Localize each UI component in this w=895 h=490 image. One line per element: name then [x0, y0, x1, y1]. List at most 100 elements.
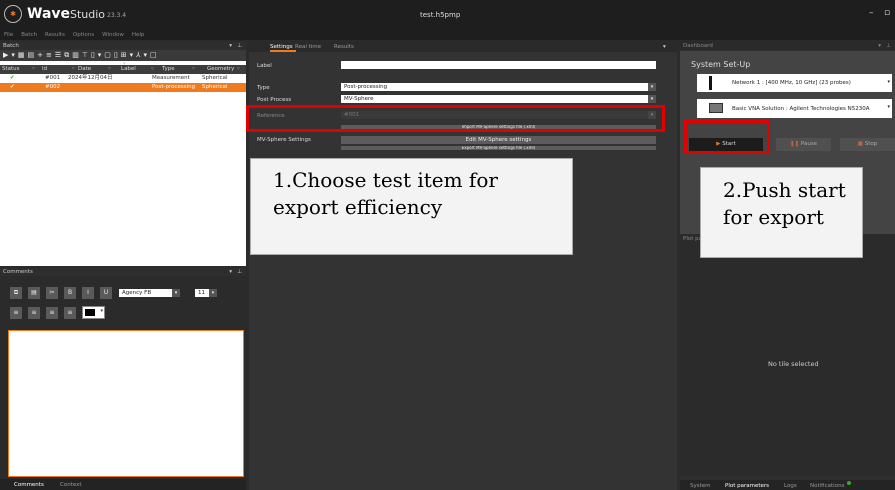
underline-icon[interactable]: U	[100, 287, 112, 299]
column-header-date[interactable]: Date	[78, 65, 91, 74]
list-alt-icon[interactable]: ☰	[55, 51, 64, 59]
font-size-value: 11	[198, 290, 205, 296]
filter-icon[interactable]: ▿	[108, 65, 111, 74]
table-row[interactable]: ✔ #001 2024年12月04日 Measurement Spherical	[0, 74, 246, 83]
chevron-down-icon[interactable]: ▾	[172, 289, 180, 297]
comments-text-area[interactable]	[8, 330, 244, 477]
font-family-value: Agency FB	[122, 290, 152, 296]
cut-icon[interactable]: ✂	[46, 287, 58, 299]
cell-geometry: Spherical	[202, 84, 228, 90]
panel-dropdown-icon[interactable]: ▾	[878, 42, 881, 50]
bold-icon[interactable]: B	[64, 287, 76, 299]
tab-comments[interactable]: Comments	[14, 482, 44, 488]
menu-item-options[interactable]: Options	[73, 32, 94, 38]
dashboard-panel-header: Dashboard ▾ ⊥	[680, 42, 895, 50]
align-center-icon[interactable]: ≡	[28, 307, 40, 319]
app-logo-suffix: Studio	[70, 8, 106, 21]
grid-alt-icon[interactable]: ▤	[28, 51, 38, 59]
color-picker[interactable]: ▾	[82, 306, 105, 319]
add-icon[interactable]: +	[37, 51, 46, 59]
network-select[interactable]: Network 1 : [400 MHz, 10 GHz] (23 probes…	[697, 74, 892, 92]
font-family-select[interactable]: Agency FB ▾	[119, 289, 180, 297]
justify-icon[interactable]: ≡	[64, 307, 76, 319]
minimize-icon[interactable]: –	[869, 8, 874, 18]
cell-type: Post-processing	[152, 84, 196, 90]
tab-real-time[interactable]: Real time	[295, 44, 321, 50]
pin-icon[interactable]: ⊥	[886, 42, 891, 50]
menu-item-file[interactable]: File	[4, 32, 13, 38]
font-size-select[interactable]: 11 ▾	[195, 289, 217, 297]
filter-icon[interactable]: ▿	[237, 65, 240, 74]
filter-icon[interactable]: ▿	[32, 65, 35, 74]
column-header-geometry[interactable]: Geometry	[207, 65, 234, 74]
tab-results[interactable]: Results	[334, 44, 354, 50]
tab-notifications[interactable]: Notifications	[810, 483, 844, 489]
type-select[interactable]: Post-processing ▾	[341, 83, 656, 91]
title-bar: ✱ Wave Studio 23.3.4 test.h5pmp – ▫	[0, 0, 895, 30]
menu-item-results[interactable]: Results	[45, 32, 65, 38]
active-tab-indicator	[270, 50, 296, 52]
pin-icon[interactable]: ⊥	[237, 42, 242, 50]
chevron-down-icon[interactable]: ▾	[648, 95, 656, 103]
chevron-down-icon[interactable]: ▾	[209, 289, 217, 297]
filter-icon[interactable]: ⊤	[82, 51, 91, 59]
table-row[interactable]: ✔ #002 Post-processing Spherical	[0, 83, 246, 92]
comments-panel: Comments ▾ ⊥ ⧉ ▤ ✂ B I U Agency FB ▾ 11 …	[0, 268, 246, 490]
panel-dropdown-icon[interactable]: ▾	[229, 42, 232, 50]
menu-item-help[interactable]: Help	[132, 32, 145, 38]
edit-mv-sphere-button[interactable]: Edit MV-Sphere settings	[341, 136, 656, 144]
app-logo-icon: ✱	[4, 5, 22, 23]
filter-icon[interactable]: ▿	[72, 65, 75, 74]
filter-icon[interactable]: ▿	[192, 65, 195, 74]
filter-icon[interactable]: ▿	[151, 65, 154, 74]
window-icon[interactable]: □	[150, 51, 160, 59]
cell-type: Measurement	[152, 75, 190, 81]
menu-item-batch[interactable]: Batch	[21, 32, 37, 38]
notification-dot-icon	[847, 481, 851, 485]
tab-plot-parameters[interactable]: Plot parameters	[725, 483, 769, 489]
window-title: test.h5pmp	[420, 11, 461, 19]
chevron-down-icon[interactable]: ▾	[648, 83, 656, 91]
batch-panel-header: Batch ▾ ⊥	[0, 42, 246, 50]
column-header-status[interactable]: Status	[2, 65, 20, 74]
pause-button[interactable]: ❚❚ Pause	[776, 138, 831, 151]
annotation-step1-line1: 1.Choose test item for	[273, 168, 498, 192]
column-header-type[interactable]: Type	[162, 65, 175, 74]
label-input[interactable]	[341, 61, 656, 69]
chevron-down-icon[interactable]: ▾	[887, 79, 890, 85]
copy-icon[interactable]: ⧉	[64, 51, 72, 59]
list-icon[interactable]: ≡	[46, 51, 55, 59]
align-left-icon[interactable]: ≡	[10, 307, 22, 319]
post-process-select[interactable]: MV-Sphere ▾	[341, 95, 656, 103]
highlight-start-button	[684, 120, 770, 154]
panel-dropdown-icon[interactable]: ▾	[229, 268, 232, 276]
column-header-id[interactable]: Id	[42, 65, 47, 74]
menu-item-window[interactable]: Window	[102, 32, 124, 38]
pin-icon[interactable]: ⊥	[237, 268, 242, 276]
panel-dropdown-icon[interactable]: ▾	[663, 44, 666, 50]
grid-icon[interactable]: ▦	[18, 51, 28, 59]
tab-system[interactable]: System	[690, 483, 711, 489]
copy-format-icon[interactable]: ⧉	[10, 287, 22, 299]
delete-icon[interactable]: ▥	[72, 51, 82, 59]
tab-logs[interactable]: Logs	[784, 483, 797, 489]
align-right-icon[interactable]: ≡	[46, 307, 58, 319]
restore-icon[interactable]: ▫	[884, 8, 890, 18]
vna-value: Basic VNA Solution : Agilent Technologie…	[732, 106, 870, 112]
export-settings-button[interactable]: Export MV-Sphere settings file (.xml)	[341, 146, 656, 150]
chevron-down-icon[interactable]: ▾	[887, 104, 890, 110]
comments-panel-title: Comments	[3, 269, 33, 275]
tab-context[interactable]: Context	[60, 482, 82, 488]
cell-id: #002	[45, 84, 61, 90]
page-alt-icon[interactable]: ▢	[104, 51, 114, 59]
blank-icon[interactable]: ▯	[114, 51, 121, 59]
column-header-label[interactable]: Label	[121, 65, 136, 74]
vna-select[interactable]: Basic VNA Solution : Agilent Technologie…	[697, 99, 892, 118]
table-icon[interactable]: ⊞	[121, 51, 130, 59]
stop-button[interactable]: ■ Stop	[840, 138, 895, 151]
color-swatch	[85, 309, 95, 316]
page-icon[interactable]: ▯	[91, 51, 98, 59]
italic-icon[interactable]: I	[82, 287, 94, 299]
paste-icon[interactable]: ▤	[28, 287, 40, 299]
mv-sphere-settings-caption: MV-Sphere Settings	[257, 137, 311, 143]
